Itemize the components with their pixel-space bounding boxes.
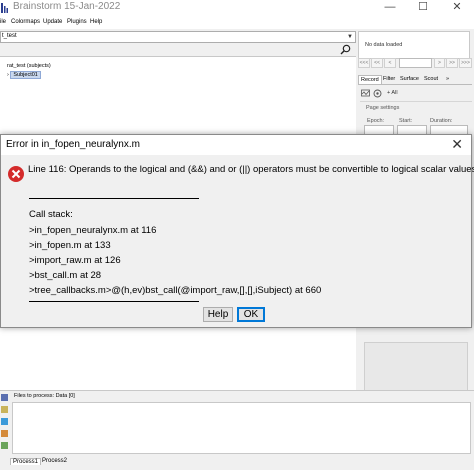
title-bar: Brainstorm 15-Jan-2022 — ☐ ✕ — [0, 0, 474, 17]
menu-bar: ile Colormaps Update Plugins Help — [0, 17, 474, 29]
expand-arrow-icon: › — [7, 72, 9, 78]
tab-scout[interactable]: Scout — [422, 75, 440, 83]
search-icon[interactable] — [340, 44, 351, 55]
window-title: Brainstorm 15-Jan-2022 — [13, 1, 121, 12]
nav-last-button[interactable]: >>> — [459, 58, 472, 68]
minimize-button[interactable]: — — [373, 0, 407, 17]
tab-more[interactable]: » — [444, 75, 451, 83]
menu-colormaps[interactable]: Colormaps — [11, 19, 40, 25]
error-icon — [8, 166, 24, 182]
raw-files-icon[interactable] — [1, 394, 8, 401]
nav-prev-page-button[interactable]: << — [371, 58, 383, 68]
process-side-toolbar — [0, 392, 10, 458]
record-toolbar: + All — [358, 88, 472, 100]
files-drop-list[interactable] — [12, 402, 471, 454]
page-settings-title: Page settings — [366, 105, 400, 111]
call-stack-line: >import_raw.m at 126 — [29, 255, 121, 266]
call-stack-line: >tree_callbacks.m>@(h,ev)bst_call(@impor… — [29, 285, 322, 296]
dialog-close-button[interactable]: ✕ — [451, 136, 463, 153]
separator-bottom — [29, 301, 199, 302]
call-stack-line: >in_fopen_neuralynx.m at 116 — [29, 225, 157, 236]
dialog-title-bar: Error in in_fopen_neuralynx.m ✕ — [1, 135, 471, 155]
start-label: Start: — [399, 118, 413, 124]
add-all-button[interactable]: + All — [387, 90, 398, 96]
no-data-label: No data loaded — [365, 42, 403, 48]
tab-process2[interactable]: Process2 — [40, 458, 69, 464]
brainstorm-logo-icon — [1, 3, 8, 13]
error-message: Line 116: Operands to the logical and (&… — [28, 164, 474, 175]
nav-first-button[interactable]: <<< — [358, 58, 370, 68]
dialog-body: Line 116: Operands to the logical and (&… — [1, 155, 474, 305]
help-button[interactable]: Help — [203, 307, 233, 322]
tree-root-label: rat_test (subjects) — [7, 63, 51, 69]
tab-record[interactable]: Record — [358, 75, 382, 84]
tools-tabs: Record Filter Surface Scout » — [358, 75, 472, 85]
nav-next-button[interactable]: > — [434, 58, 445, 68]
time-navigation: <<< << < > >> >>> — [358, 58, 472, 73]
settings-icon[interactable] — [373, 89, 382, 98]
results-files-icon[interactable] — [1, 430, 8, 437]
tab-filter[interactable]: Filter — [381, 75, 397, 83]
tree-node-root[interactable]: rat_test (subjects) — [7, 63, 51, 69]
files-to-process-label: Files to process: Data [0] — [14, 393, 75, 399]
explorer-toolbar — [0, 44, 356, 56]
current-data-box: No data loaded — [358, 31, 470, 59]
tree-subject-label: Subject01 — [10, 71, 41, 79]
duration-label: Duration: — [430, 118, 453, 124]
nav-next-page-button[interactable]: >> — [446, 58, 458, 68]
tree-node-subject[interactable]: › Subject01 — [7, 71, 41, 79]
nav-prev-button[interactable]: < — [384, 58, 396, 68]
tab-surface[interactable]: Surface — [398, 75, 421, 83]
menu-help[interactable]: Help — [90, 19, 102, 25]
display-icon[interactable] — [361, 89, 370, 98]
error-dialog: Error in in_fopen_neuralynx.m ✕ Line 116… — [0, 134, 474, 328]
menu-plugins[interactable]: Plugins — [67, 19, 87, 25]
time-field[interactable] — [399, 58, 432, 68]
close-window-button[interactable]: ✕ — [440, 0, 474, 17]
call-stack-line: >bst_call.m at 28 — [29, 270, 102, 281]
menu-update[interactable]: Update — [43, 19, 62, 25]
chevron-down-icon: ▼ — [347, 34, 353, 40]
data-files-icon[interactable] — [1, 406, 8, 413]
separator-top — [29, 198, 199, 199]
dialog-title: Error in in_fopen_neuralynx.m — [6, 139, 140, 150]
protocol-dropdown[interactable]: t_test ▼ — [0, 31, 356, 43]
call-stack-label: Call stack: — [29, 209, 73, 220]
protocol-name: t_test — [2, 33, 17, 39]
call-stack-line: >in_fopen.m at 133 — [29, 240, 111, 251]
timefreq-files-icon[interactable] — [1, 418, 8, 425]
matrix-files-icon[interactable] — [1, 442, 8, 449]
maximize-button[interactable]: ☐ — [406, 0, 440, 17]
ok-button[interactable]: OK — [237, 307, 265, 322]
menu-file[interactable]: ile — [0, 19, 6, 25]
epoch-label: Epoch: — [367, 118, 385, 124]
tab-process1[interactable]: Process1 — [10, 458, 42, 465]
